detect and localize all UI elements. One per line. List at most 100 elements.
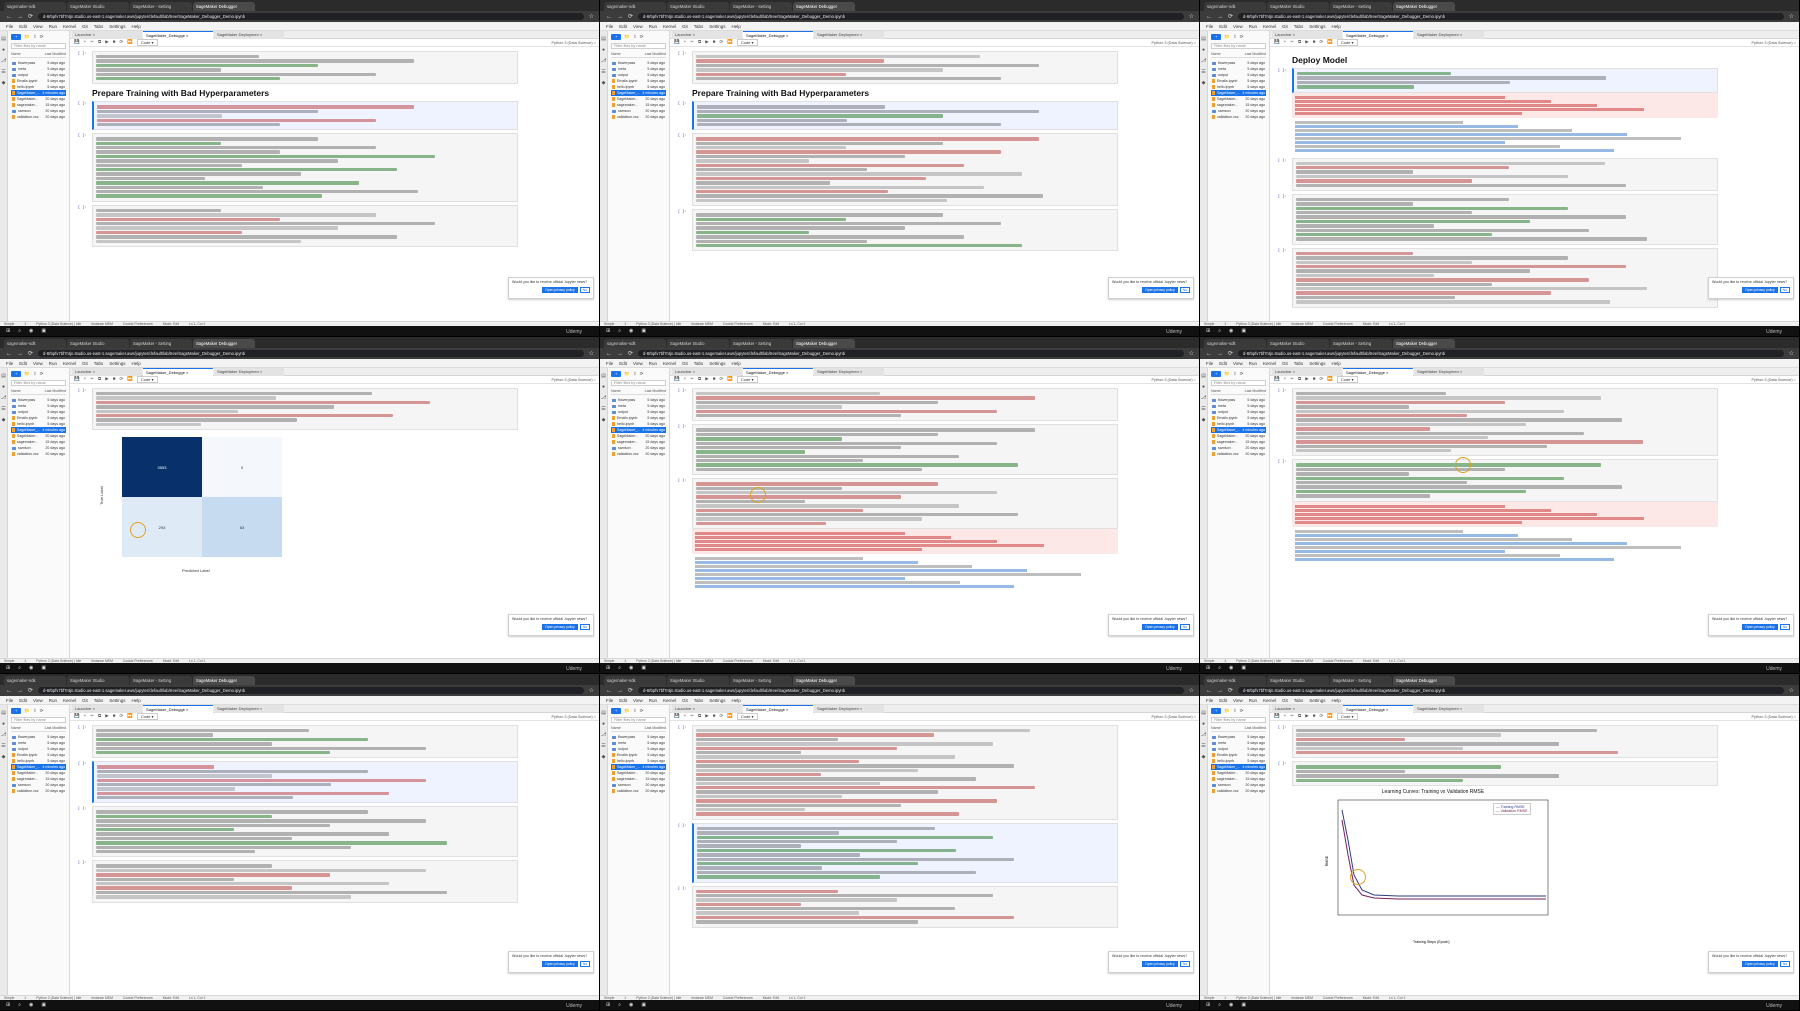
open-privacy-policy-button[interactable]: Open privacy policy [542,961,578,967]
cut-icon[interactable]: ✂ [1290,714,1294,719]
menu-item-settings[interactable]: Settings [109,24,125,29]
commands-icon[interactable]: ☰ [1,744,5,749]
copy-icon[interactable]: ⧉ [698,714,701,719]
git-icon[interactable]: ⎇ [1201,59,1207,64]
reload-icon[interactable]: ⟳ [628,351,633,357]
code-cell[interactable]: [ ]: [78,725,518,759]
code-editor[interactable] [92,101,518,131]
file-browser-icon[interactable]: ▤ [1201,374,1206,379]
menu-item-file[interactable]: File [6,24,13,29]
notebook-tab[interactable]: Launcher × [72,31,142,39]
code-cell[interactable]: [ ]: [678,101,1118,131]
save-icon[interactable]: 💾 [1274,377,1280,382]
browser-icon[interactable]: ◉ [629,329,633,334]
menu-item-edit[interactable]: Edit [619,361,627,366]
menu-item-view[interactable]: View [633,361,643,366]
code-editor[interactable] [1292,725,1718,759]
notebook-tab[interactable]: SageMaker Deploymen × [214,31,284,39]
browser-tab[interactable]: SageMaker - Setting [130,2,192,11]
column-last-modified[interactable]: Last Modified [1245,726,1266,730]
upload-icon[interactable]: ⇪ [33,34,37,40]
extensions-icon[interactable]: ◆ [2,81,6,86]
browser-tab[interactable]: SageMaker Debugger [793,2,855,11]
menu-item-file[interactable]: File [6,361,13,366]
menu-item-file[interactable]: File [1206,361,1213,366]
notebook-tab[interactable]: Launcher × [1272,31,1342,39]
column-name[interactable]: Name [1211,52,1221,56]
files-icon[interactable]: ▣ [41,329,46,334]
file-filter-input[interactable]: Filter files by name [1211,43,1266,49]
stop-icon[interactable]: ■ [1313,40,1316,45]
cut-icon[interactable]: ✂ [690,40,694,45]
run-icon[interactable]: ▶ [1305,377,1308,382]
kernel-indicator[interactable]: Python 3 (Data Science) ○ [551,41,596,45]
menu-item-help[interactable]: Help [1332,698,1341,703]
save-icon[interactable]: 💾 [1274,714,1280,719]
notebook-tab[interactable]: SageMaker Deploymen × [814,705,884,713]
forward-icon[interactable]: → [1217,688,1223,694]
browser-icon[interactable]: ◉ [29,329,33,334]
file-list-item[interactable]: validation.csv 20 days ago [1211,114,1266,120]
back-icon[interactable]: ← [1206,688,1212,694]
cut-icon[interactable]: ✂ [90,40,94,45]
column-name[interactable]: Name [11,389,21,393]
save-icon[interactable]: 💾 [1274,40,1280,45]
add-cell-icon[interactable]: + [684,714,687,719]
restart-icon[interactable]: ⟳ [719,40,723,45]
notebook-tab[interactable]: Launcher × [72,368,142,376]
menu-item-settings[interactable]: Settings [1309,24,1325,29]
extensions-icon[interactable]: ◆ [2,418,6,423]
menu-item-edit[interactable]: Edit [19,361,27,366]
run-all-icon[interactable]: ⏩ [1327,40,1333,45]
menu-item-run[interactable]: Run [649,361,657,366]
browser-tab[interactable]: SageMaker Debugger [793,339,855,348]
cell-type-select[interactable]: Code ▾ [136,39,158,46]
bookmark-star-icon[interactable]: ☆ [589,351,594,357]
bookmark-star-icon[interactable]: ☆ [1189,14,1194,20]
code-cell[interactable]: [ ]: [678,885,1118,928]
code-editor[interactable] [92,133,518,202]
kernel-indicator[interactable]: Python 3 (Data Science) ○ [1751,378,1796,382]
browser-tab[interactable]: SageMaker - Setting [730,2,792,11]
menu-item-view[interactable]: View [1233,698,1243,703]
stop-icon[interactable]: ■ [713,40,716,45]
file-browser-icon[interactable]: ▤ [601,37,606,42]
menu-item-settings[interactable]: Settings [709,361,725,366]
column-name[interactable]: Name [1211,389,1221,393]
notebook-tab[interactable]: Launcher × [1272,705,1342,713]
menu-item-help[interactable]: Help [132,361,141,366]
menu-item-settings[interactable]: Settings [1309,361,1325,366]
menu-item-tabs[interactable]: Tabs [94,24,104,29]
add-cell-icon[interactable]: + [84,377,87,382]
notebook-tab[interactable]: SageMaker_Debugge × [143,705,213,713]
url-field[interactable]: d-8rbpfv7bf7ntjn.studio.us-east-1.sagema… [1238,350,1784,357]
notebook-tab[interactable]: SageMaker Deploymen × [1414,368,1484,376]
column-last-modified[interactable]: Last Modified [1245,389,1266,393]
browser-tab[interactable]: SageMaker Debugger [1393,2,1455,11]
commands-icon[interactable]: ☰ [1,407,5,412]
refresh-icon[interactable]: ⟳ [40,708,44,714]
refresh-icon[interactable]: ⟳ [40,34,44,40]
search-icon[interactable]: ⌕ [1218,329,1221,334]
menu-item-file[interactable]: File [606,698,613,703]
column-name[interactable]: Name [11,52,21,56]
menu-item-git[interactable]: Git [1282,698,1288,703]
restart-icon[interactable]: ⟳ [719,377,723,382]
back-icon[interactable]: ← [1206,14,1212,20]
menu-item-tabs[interactable]: Tabs [1294,361,1304,366]
notebook-tab[interactable]: SageMaker Deploymen × [1414,31,1484,39]
menu-item-tabs[interactable]: Tabs [1294,24,1304,29]
extensions-icon[interactable]: ◆ [2,755,6,760]
menu-item-file[interactable]: File [1206,24,1213,29]
extensions-icon[interactable]: ◆ [1202,755,1206,760]
file-filter-input[interactable]: Filter files by name [611,43,666,49]
browser-tab[interactable]: sagemaker-sdk [1204,2,1266,11]
stop-icon[interactable]: ■ [113,40,116,45]
cut-icon[interactable]: ✂ [1290,40,1294,45]
kernel-indicator[interactable]: Python 3 (Data Science) ○ [1151,715,1196,719]
dismiss-button[interactable]: No [579,961,590,967]
code-cell[interactable]: [ ]: [78,806,518,858]
notebook-tab[interactable]: SageMaker Deploymen × [1414,705,1484,713]
column-name[interactable]: Name [611,726,621,730]
open-privacy-policy-button[interactable]: Open privacy policy [1142,287,1178,293]
